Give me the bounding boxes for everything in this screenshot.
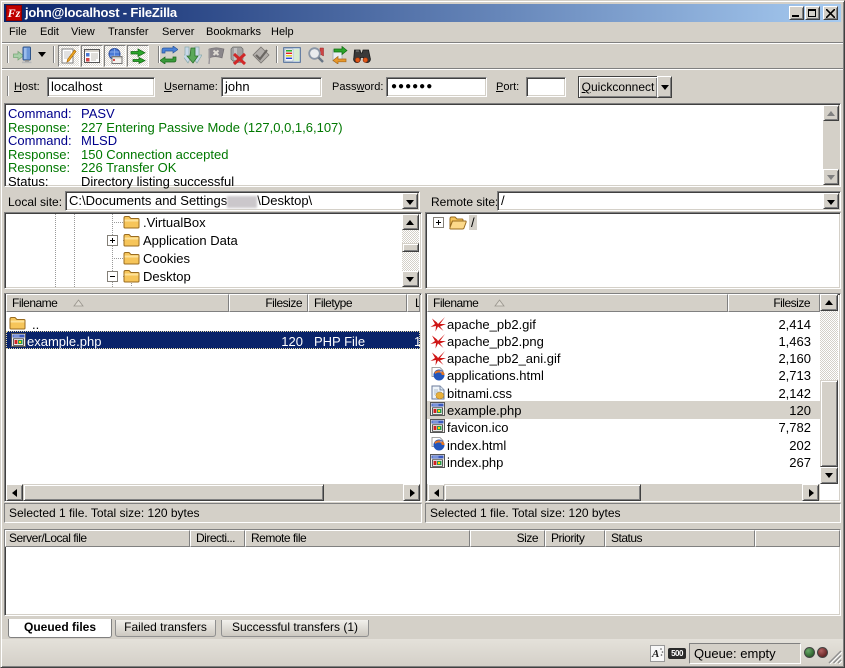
svg-text:A: A (651, 648, 659, 660)
